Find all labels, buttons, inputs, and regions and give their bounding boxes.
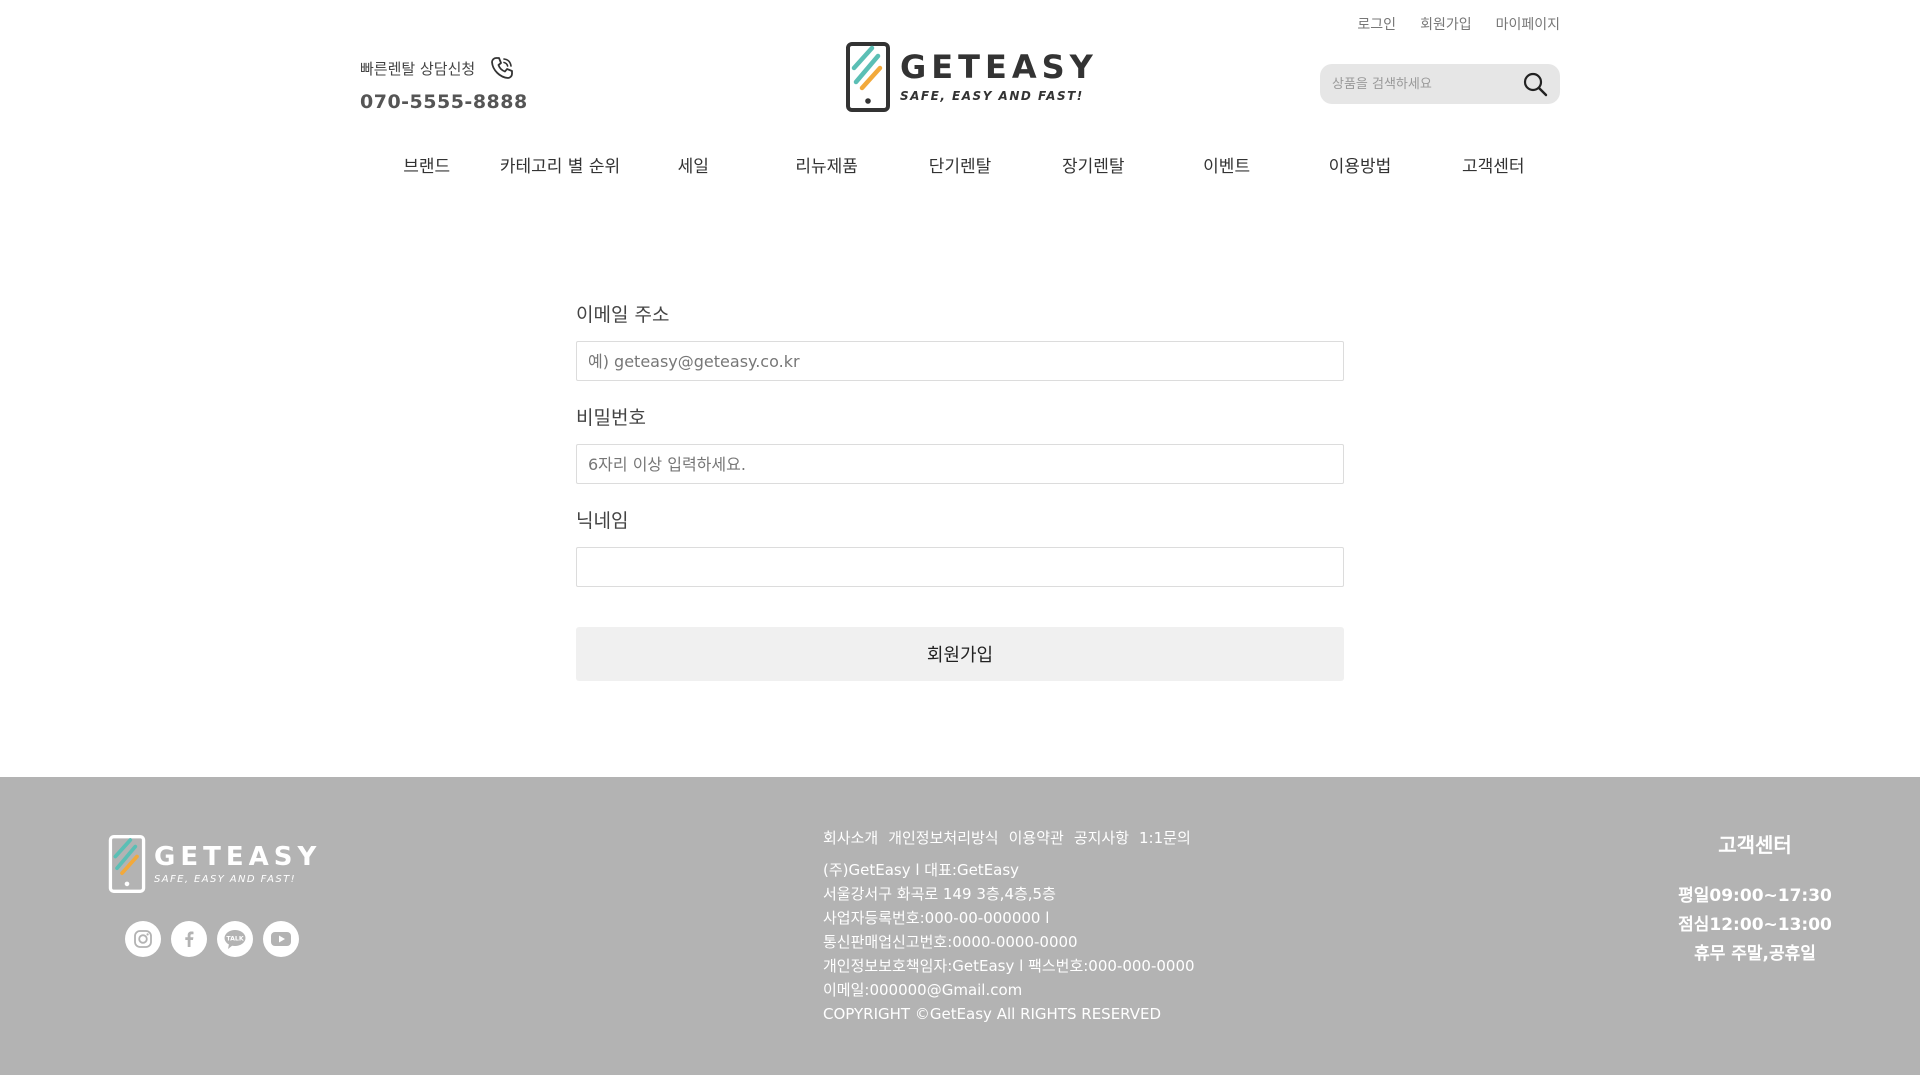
password-label: 비밀번호: [576, 407, 646, 429]
search-input[interactable]: [1332, 76, 1522, 92]
rental-label: 빠른렌탈 상담신청: [360, 59, 476, 78]
nav-item-brand[interactable]: 브랜드: [360, 152, 493, 177]
phone-icon[interactable]: [489, 55, 515, 81]
cs-lunch-hours: 점심12:00~13:00: [1678, 915, 1832, 935]
footer-link-privacy[interactable]: 개인정보처리방식: [888, 827, 998, 848]
footer: GETEASY SAFE, EASY AND FAST! TALK 회사소개 개…: [0, 777, 1920, 1075]
logo-mark-icon: [846, 42, 890, 112]
company-info-line: 서울강서구 화곡로 149 3층,4층,5층: [823, 885, 1056, 903]
rental-consult: 빠른렌탈 상담신청 070-5555-8888: [360, 55, 528, 113]
footer-logo-name: GETEASY: [154, 841, 322, 872]
nav-item-category-ranking[interactable]: 카테고리 별 순위: [493, 152, 626, 177]
footer-logo-tagline: SAFE, EASY AND FAST!: [154, 873, 297, 885]
search-icon[interactable]: [1522, 71, 1548, 97]
email-label: 이메일 주소: [576, 304, 670, 326]
customer-center: 고객센터 평일09:00~17:30 점심12:00~13:00 휴무 주말,공…: [1660, 829, 1850, 969]
customer-center-title: 고객센터: [1718, 833, 1792, 857]
footer-link-about[interactable]: 회사소개: [823, 827, 878, 848]
company-info-line: 사업자등록번호:000-00-000000 l: [823, 909, 1050, 927]
nickname-field[interactable]: [576, 547, 1344, 587]
rental-phone-number: 070-5555-8888: [360, 91, 528, 113]
mypage-link[interactable]: 마이페이지: [1496, 14, 1560, 34]
footer-logo-mark-icon: [108, 835, 146, 893]
nav-item-sale[interactable]: 세일: [627, 152, 760, 177]
signup-page: 로그인 회원가입 마이페이지 빠른렌탈 상담신청 070-5555-8888 G…: [0, 0, 1920, 1075]
top-links: 로그인 회원가입 마이페이지: [1357, 14, 1560, 34]
nav-item-customer-center[interactable]: 고객센터: [1427, 152, 1560, 177]
kakao-talk-icon[interactable]: TALK: [217, 921, 253, 957]
company-info-line: 통신판매업신고번호:0000-0000-0000: [823, 933, 1078, 951]
email-field[interactable]: [576, 341, 1344, 381]
kakao-talk-text: TALK: [226, 936, 243, 943]
site-logo[interactable]: GETEASY SAFE, EASY AND FAST!: [846, 42, 1098, 112]
logo-tagline: SAFE, EASY AND FAST!: [900, 89, 1084, 103]
nickname-label: 닉네임: [576, 510, 629, 532]
search-bar: [1320, 64, 1560, 104]
company-info: (주)GetEasy l 대표:GetEasy 서울강서구 화곡로 149 3층…: [823, 858, 1195, 1026]
company-info-line: 이메일:000000@Gmail.com: [823, 981, 1023, 999]
company-info-line: (주)GetEasy l 대표:GetEasy: [823, 861, 1020, 879]
signup-form: 이메일 주소 비밀번호 닉네임 회원가입: [576, 300, 1344, 681]
nav-item-renewed[interactable]: 리뉴제품: [760, 152, 893, 177]
footer-link-terms[interactable]: 이용약관: [1009, 827, 1064, 848]
signup-button[interactable]: 회원가입: [576, 627, 1344, 681]
nav-item-short-rental[interactable]: 단기렌탈: [893, 152, 1026, 177]
password-field[interactable]: [576, 444, 1344, 484]
company-info-line: 개인정보보호책임자:GetEasy l 팩스번호:000-000-0000: [823, 957, 1195, 975]
nav-item-event[interactable]: 이벤트: [1160, 152, 1293, 177]
footer-link-inquiry[interactable]: 1:1문의: [1139, 827, 1191, 848]
nav-item-how-to-use[interactable]: 이용방법: [1293, 152, 1426, 177]
main-nav: 브랜드 카테고리 별 순위 세일 리뉴제품 단기렌탈 장기렌탈 이벤트 이용방법…: [360, 152, 1560, 177]
youtube-icon[interactable]: [263, 921, 299, 957]
cs-holidays: 휴무 주말,공휴일: [1694, 944, 1816, 964]
instagram-icon[interactable]: [125, 921, 161, 957]
footer-links: 회사소개 개인정보처리방식 이용약관 공지사항 1:1문의: [823, 827, 1191, 848]
footer-link-notice[interactable]: 공지사항: [1074, 827, 1129, 848]
cs-weekday-hours: 평일09:00~17:30: [1678, 886, 1832, 906]
footer-logo[interactable]: GETEASY SAFE, EASY AND FAST!: [108, 835, 321, 893]
signup-link[interactable]: 회원가입: [1420, 14, 1472, 34]
login-link[interactable]: 로그인: [1357, 14, 1396, 34]
logo-name: GETEASY: [900, 48, 1098, 86]
nav-item-long-rental[interactable]: 장기렌탈: [1027, 152, 1160, 177]
facebook-icon[interactable]: [171, 921, 207, 957]
copyright: COPYRIGHT ©GetEasy All RIGHTS RESERVED: [823, 1005, 1162, 1023]
social-links: TALK: [125, 921, 299, 957]
